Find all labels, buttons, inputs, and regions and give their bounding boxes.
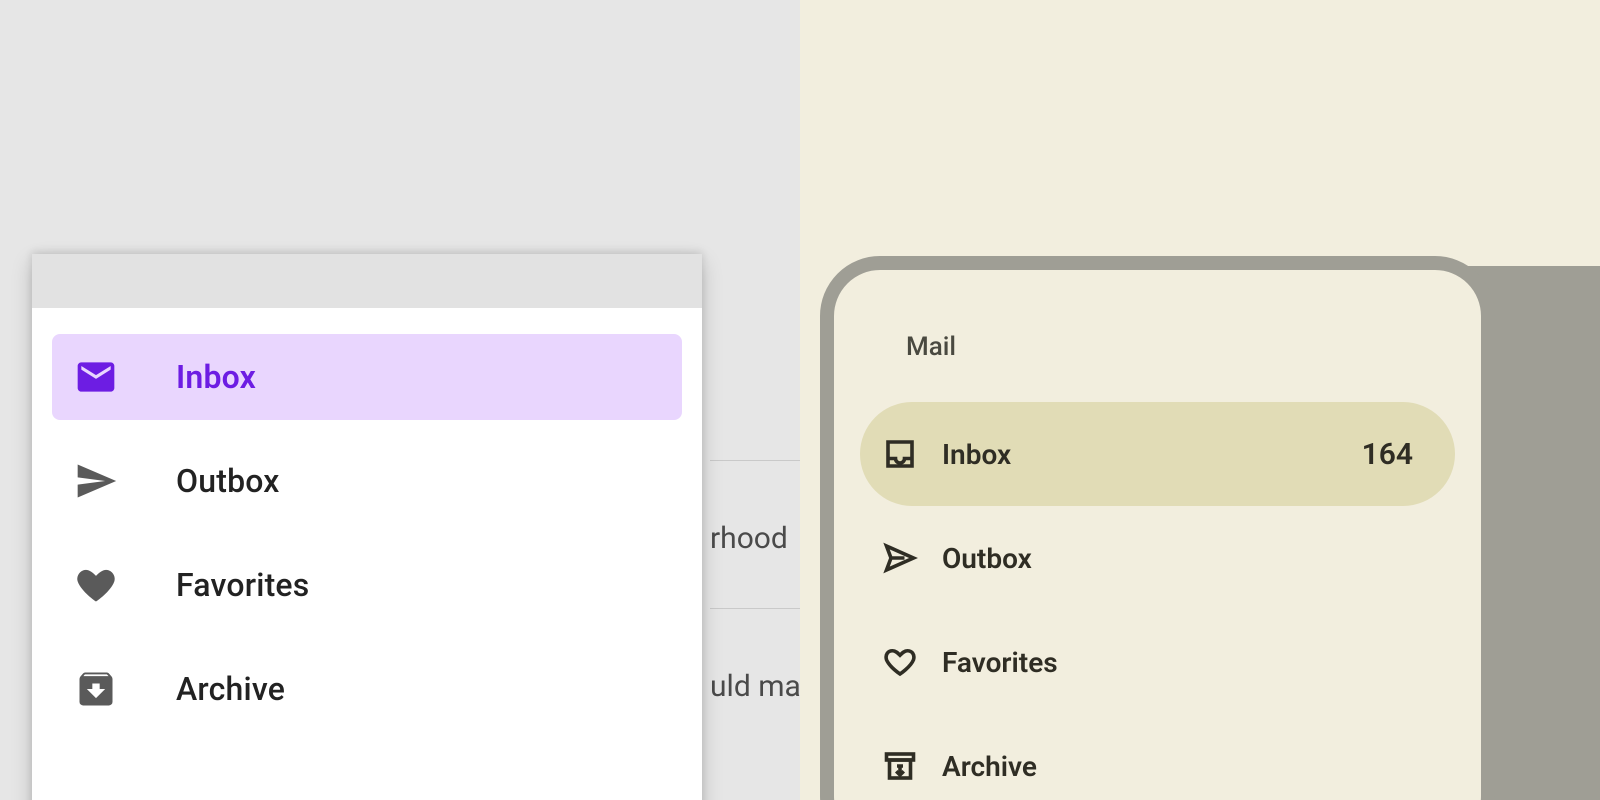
sidebar-item-label: Favorites <box>176 566 309 604</box>
sidebar-item-favorites[interactable]: Favorites <box>860 610 1455 714</box>
navigation-drawer: Inbox Outbox Favorites Archive <box>32 254 702 800</box>
heart-icon <box>74 563 118 607</box>
send-icon <box>882 540 918 576</box>
sidebar-item-label: Favorites <box>942 646 1413 679</box>
navigation-drawer: Mail Inbox 164 Outbox Favorites Archive <box>820 256 1495 800</box>
m3-drawer-example: Mail Inbox 164 Outbox Favorites Archive <box>800 0 1600 800</box>
m2-drawer-example: rhood uld ma Inbox Outbox Favor <box>0 0 800 800</box>
archive-icon <box>882 748 918 784</box>
drawer-header <box>32 254 702 308</box>
heart-icon <box>882 644 918 680</box>
sidebar-item-label: Outbox <box>176 462 280 500</box>
sidebar-item-outbox[interactable]: Outbox <box>860 506 1455 610</box>
drawer-body: Inbox Outbox Favorites Archive <box>32 308 702 800</box>
bg-text: uld ma <box>710 608 800 756</box>
sidebar-item-archive[interactable]: Archive <box>52 646 682 732</box>
sidebar-item-archive[interactable]: Archive <box>860 714 1455 800</box>
bg-text: rhood <box>710 460 800 608</box>
drawer-section-title: Mail <box>860 332 1455 362</box>
inbox-count-badge: 164 <box>1362 437 1413 472</box>
sidebar-item-label: Inbox <box>176 358 256 396</box>
send-icon <box>74 459 118 503</box>
sidebar-item-label: Outbox <box>942 542 1413 575</box>
sidebar-item-outbox[interactable]: Outbox <box>52 438 682 524</box>
archive-icon <box>74 667 118 711</box>
sidebar-item-inbox[interactable]: Inbox 164 <box>860 402 1455 506</box>
sidebar-item-inbox[interactable]: Inbox <box>52 334 682 420</box>
inbox-icon <box>882 436 918 472</box>
sidebar-item-favorites[interactable]: Favorites <box>52 542 682 628</box>
sidebar-item-label: Inbox <box>942 438 1338 471</box>
mail-icon <box>74 355 118 399</box>
sidebar-item-label: Archive <box>942 750 1413 783</box>
background-content: rhood uld ma <box>710 460 800 800</box>
sidebar-item-label: Archive <box>176 670 285 708</box>
